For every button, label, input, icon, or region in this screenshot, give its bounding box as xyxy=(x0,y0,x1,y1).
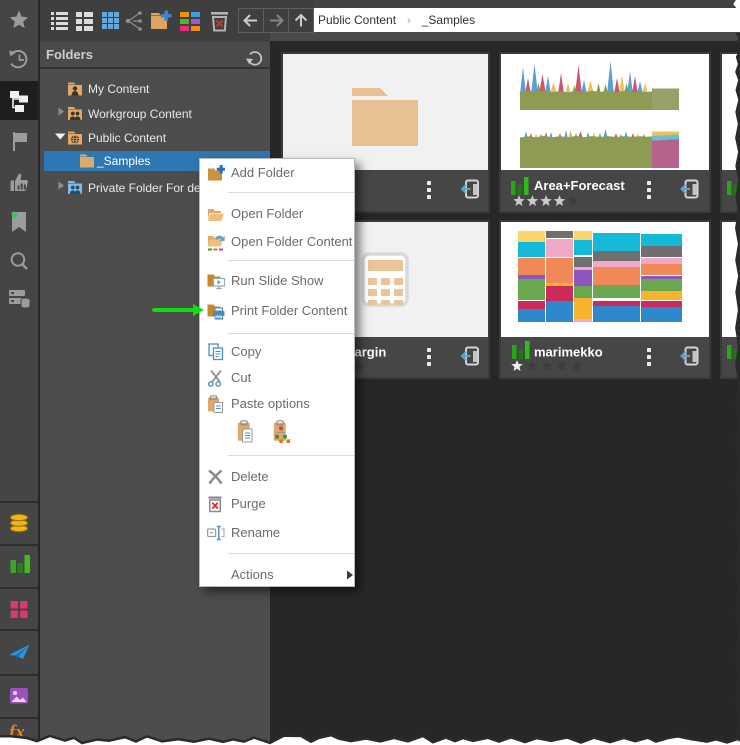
svg-text:Area+Forecast: Area+Forecast xyxy=(534,178,625,193)
svg-text:fx: fx xyxy=(9,722,25,743)
svg-text:marimekko: marimekko xyxy=(534,345,603,360)
